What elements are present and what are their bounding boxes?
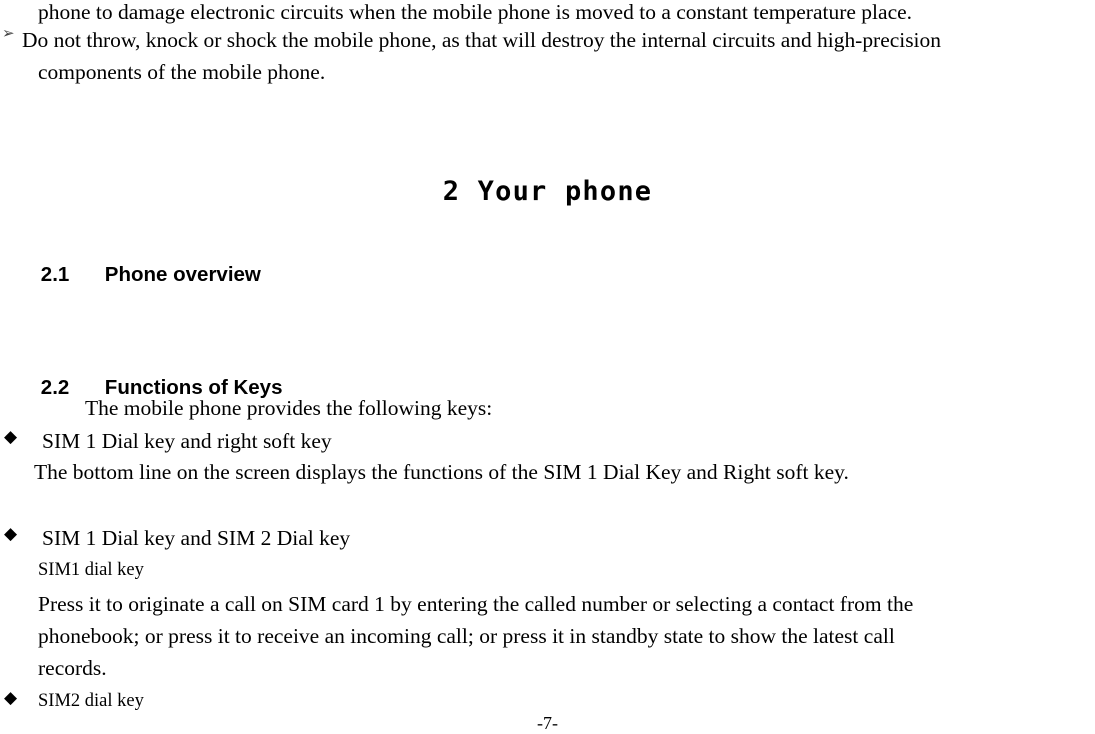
key-item-heading: SIM2 dial key bbox=[38, 691, 144, 711]
warning-bullet-item: ➢ Do not throw, knock or shock the mobil… bbox=[0, 24, 1095, 184]
document-page: phone to damage electronic circuits when… bbox=[0, 0, 1095, 734]
keys-lead-in-text: The mobile phone provides the following … bbox=[85, 396, 493, 420]
sim1-dial-key-label: SIM1 dial key bbox=[38, 560, 144, 580]
key-item-heading: SIM 1 Dial key and right soft key bbox=[42, 429, 332, 453]
diamond-bullet-icon: ◆ bbox=[4, 524, 18, 544]
key-item-1-description: The bottom line on the screen displays t… bbox=[34, 460, 849, 484]
key-item-heading: SIM 1 Dial key and SIM 2 Dial key bbox=[42, 526, 351, 550]
description-line: phonebook; or press it to receive an inc… bbox=[38, 624, 895, 648]
diamond-bullet-icon: ◆ bbox=[4, 427, 18, 447]
description-line: Press it to originate a call on SIM card… bbox=[38, 592, 914, 616]
warning-text-line-2: components of the mobile phone. bbox=[38, 60, 326, 84]
section-number: 2.1 bbox=[40, 262, 70, 286]
page-number-footer: -7- bbox=[537, 713, 558, 733]
description-line: records. bbox=[38, 656, 107, 680]
sim1-dial-key-description: Press it to originate a call on SIM card… bbox=[38, 588, 1068, 684]
warning-text-line-1: Do not throw, knock or shock the mobile … bbox=[22, 28, 941, 52]
section-heading-phone-overview: 2.1 Phone overview bbox=[18, 238, 261, 312]
diamond-bullet-icon: ◆ bbox=[4, 688, 18, 708]
arrow-bullet-icon: ➢ bbox=[2, 24, 15, 42]
chapter-heading: 2 Your phone bbox=[442, 176, 653, 207]
section-title: Phone overview bbox=[104, 262, 261, 286]
